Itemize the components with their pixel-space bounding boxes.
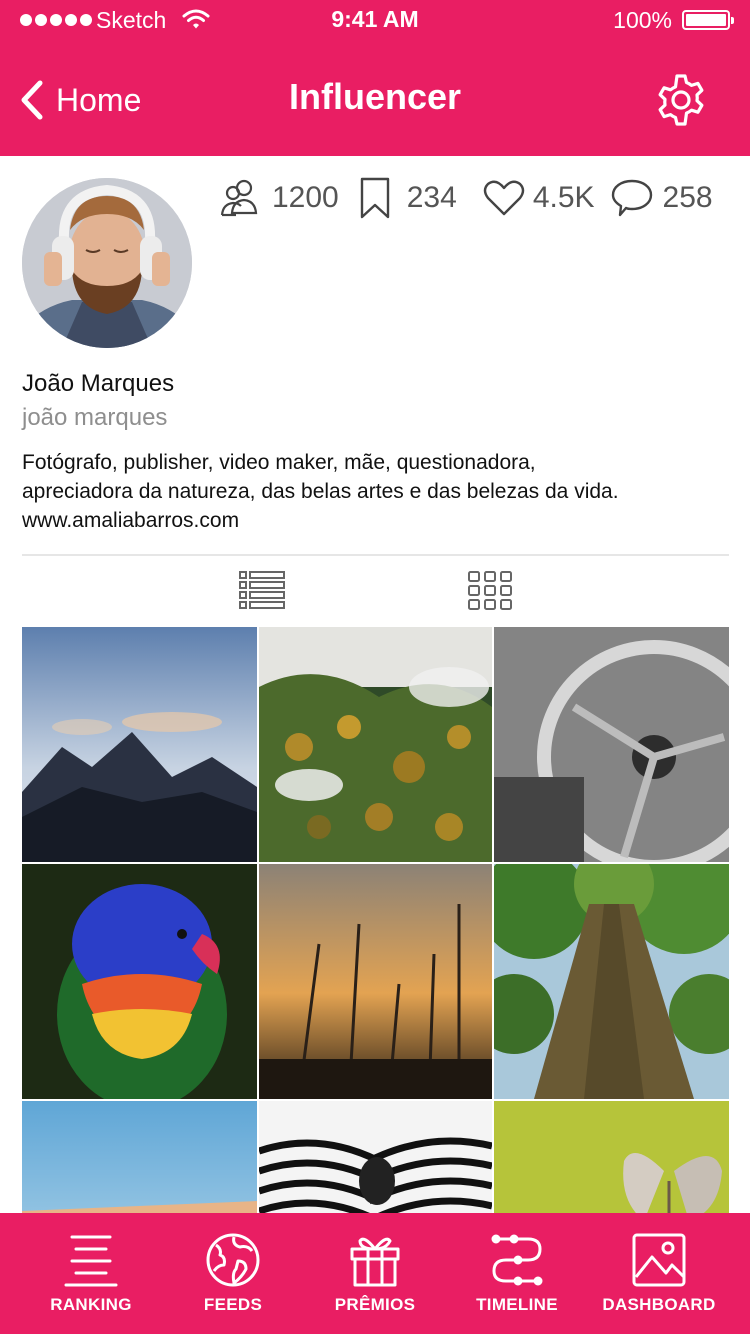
chevron-left-icon	[21, 80, 43, 120]
photo-wheat-sunset[interactable]	[259, 864, 492, 1099]
bio-line: apreciadora da natureza, das belas artes…	[22, 480, 619, 503]
back-label: Home	[56, 81, 142, 118]
profile-name: João Marques	[22, 370, 175, 397]
tab-feeds[interactable]: FEEDS	[165, 1213, 301, 1334]
image-icon	[632, 1233, 686, 1287]
tab-label: PRÊMIOS	[334, 1295, 416, 1314]
status-bar: Sketch 9:41 AM 100%	[0, 0, 750, 40]
tab-label: FEEDS	[203, 1295, 263, 1314]
comment-icon	[611, 179, 652, 217]
photo-tree-trunk[interactable]	[494, 864, 729, 1099]
feeds-icon	[206, 1233, 260, 1287]
tab-label: TIMELINE	[476, 1295, 558, 1314]
ranking-icon	[64, 1235, 118, 1287]
avatar[interactable]	[22, 178, 192, 348]
tab-label: DASHBOARD	[602, 1295, 716, 1314]
bookmark-icon	[360, 177, 389, 219]
heart-icon	[483, 180, 525, 216]
tab-ranking[interactable]: RANKING	[23, 1213, 159, 1334]
avatar-image	[22, 178, 192, 348]
bio-line: Fotógrafo, publisher, video maker, mãe, …	[22, 451, 536, 474]
comments-count: 258	[662, 181, 713, 214]
tab-dashboard[interactable]: DASHBOARD	[591, 1213, 727, 1334]
list-view-icon[interactable]	[238, 570, 286, 612]
battery-percent: 100%	[613, 7, 672, 33]
top-bar: Sketch 9:41 AM 100% Home Influencer	[0, 0, 750, 156]
photo-mountain[interactable]	[22, 627, 257, 862]
profile-stats: 1200 234 4.5K 258	[220, 176, 713, 220]
tab-bar: RANKING FEEDS PRÊMIOS TIMELINE DASHBOARD	[0, 1213, 750, 1334]
photo-foggy-forest[interactable]	[259, 627, 492, 862]
divider	[22, 554, 729, 556]
gift-icon	[350, 1237, 400, 1287]
settings-gear-icon[interactable]	[653, 72, 709, 128]
stat-likes[interactable]: 4.5K	[483, 179, 595, 217]
grid-view-icon[interactable]	[466, 570, 514, 612]
tab-timeline[interactable]: TIMELINE	[449, 1213, 585, 1334]
timeline-icon	[491, 1234, 543, 1286]
followers-count: 1200	[272, 181, 339, 214]
photo-parrot[interactable]	[22, 864, 257, 1099]
photo-steering-wheel[interactable]	[494, 627, 729, 862]
back-button[interactable]: Home	[18, 78, 141, 122]
likes-count: 4.5K	[532, 181, 595, 214]
battery-icon	[682, 10, 734, 30]
stat-comments[interactable]: 258	[611, 178, 713, 218]
profile-bio: Fotógrafo, publisher, video maker, mãe, …	[22, 448, 732, 535]
bio-link[interactable]: www.amaliabarros.com	[22, 506, 732, 535]
tab-premios[interactable]: PRÊMIOS	[307, 1213, 443, 1334]
tab-label: RANKING	[50, 1295, 132, 1314]
stat-bookmarks[interactable]: 234	[359, 176, 457, 220]
stat-followers[interactable]: 1200	[220, 177, 339, 219]
profile-handle: joão marques	[22, 404, 168, 431]
bookmarks-count: 234	[406, 181, 457, 214]
followers-icon	[220, 179, 258, 217]
